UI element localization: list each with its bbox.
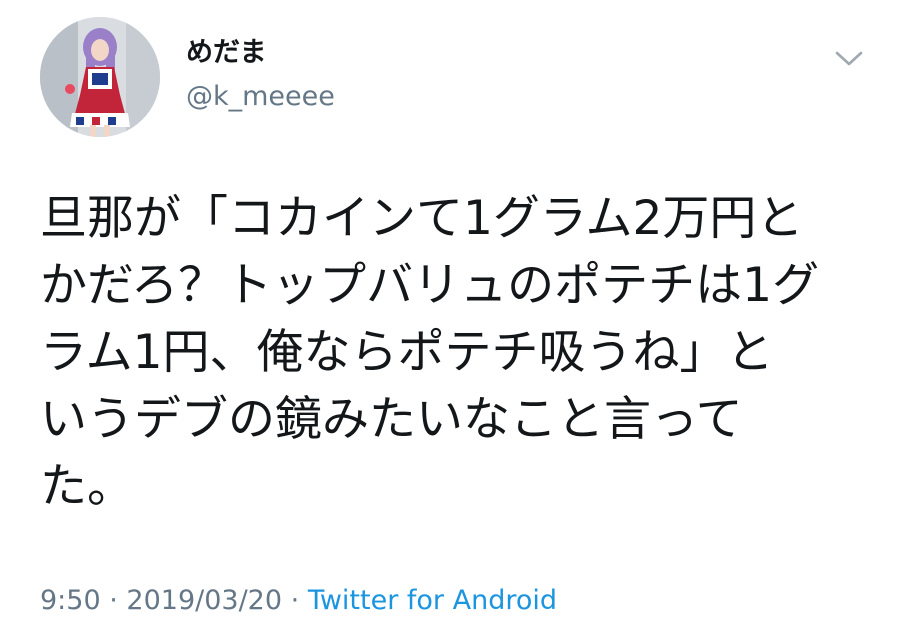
tweet-time[interactable]: 9:50	[40, 585, 101, 616]
avatar-image	[40, 17, 160, 137]
meta-separator: ·	[109, 585, 118, 616]
tweet-text-line: いうデブの鏡みたいなこと言って	[40, 392, 743, 447]
user-handle[interactable]: @k_meeee	[186, 80, 335, 114]
tweet-card: めだま @k_meeee 旦那が「コカインて1グラム2万円と かだろ？トップバリ…	[0, 0, 900, 641]
tweet-meta: 9:50 · 2019/03/20 · Twitter for Android	[40, 584, 557, 618]
tweet-text-line: 旦那が「コカインて1グラム2万円と	[40, 191, 804, 246]
tweet-text-line: た。	[40, 459, 134, 514]
tweet-date[interactable]: 2019/03/20	[126, 585, 282, 616]
user-avatar[interactable]	[40, 17, 160, 137]
user-display-name[interactable]: めだま	[186, 36, 266, 70]
tweet-source-link[interactable]: Twitter for Android	[308, 585, 557, 616]
tweet-text: 旦那が「コカインて1グラム2万円と かだろ？トップバリュのポテチは1グ ラム1円…	[40, 185, 830, 520]
chevron-down-icon[interactable]	[832, 45, 866, 71]
tweet-text-line: かだろ？トップバリュのポテチは1グ	[40, 258, 820, 313]
meta-separator: ·	[290, 585, 300, 616]
tweet-text-line: ラム1円、俺ならポテチ吸うね」と	[40, 325, 774, 380]
